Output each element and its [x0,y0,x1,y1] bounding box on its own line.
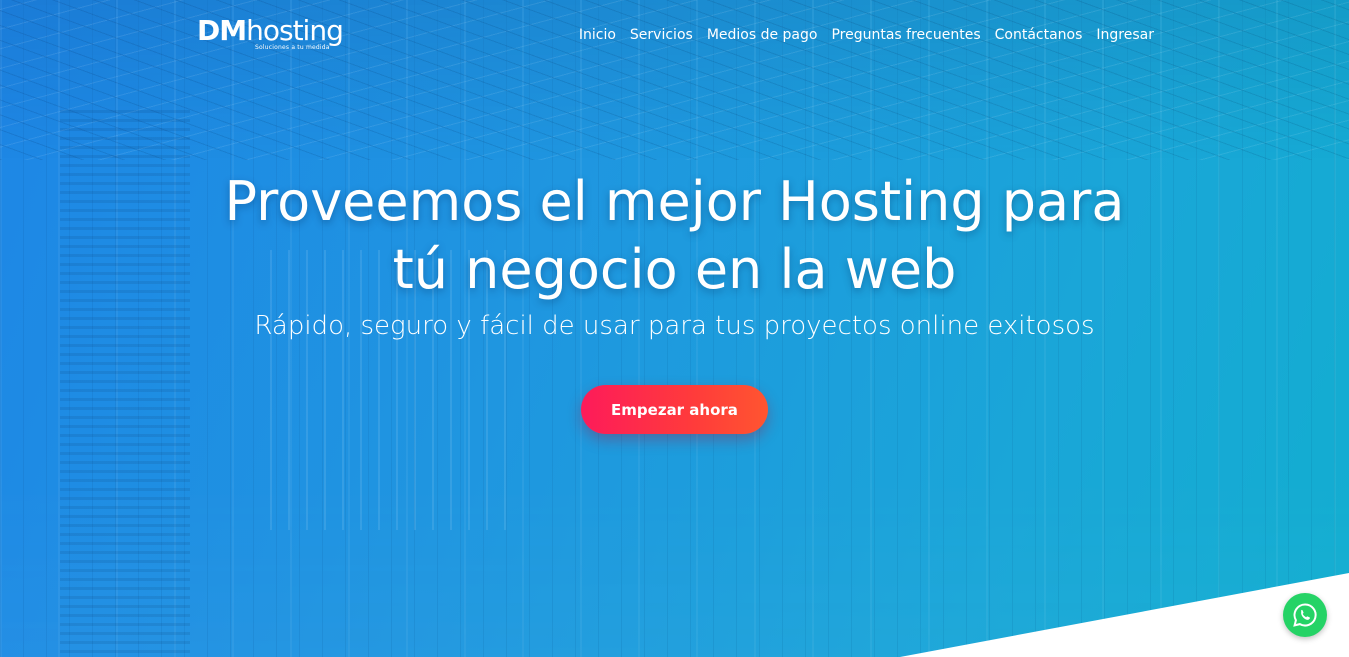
whatsapp-icon [1293,603,1317,627]
nav-inicio[interactable]: Inicio [579,27,616,43]
logo-dm: DM [197,14,247,47]
hero-subtitle: Rápido, seguro y fácil de usar para tus … [254,311,1095,341]
site-header: DMhosting Soluciones a tu medida Inicio … [0,0,1349,72]
hero-title-line-1: Proveemos el mejor Hosting para [224,170,1125,233]
hero-title-line-2: tú negocio en la web [392,238,957,301]
nav-medios-de-pago[interactable]: Medios de pago [707,27,818,43]
logo-wordmark: DMhosting [197,14,344,47]
logo-tagline: Soluciones a tu medida [255,44,330,51]
nav-contactanos[interactable]: Contáctanos [995,27,1083,43]
main-nav: Inicio Servicios Medios de pago Pregunta… [565,27,1154,43]
logo[interactable]: DMhosting Soluciones a tu medida [197,14,344,51]
whatsapp-button[interactable] [1283,593,1327,637]
hero-title: Proveemos el mejor Hosting para tú negoc… [0,168,1349,304]
nav-servicios[interactable]: Servicios [630,27,693,43]
logo-hosting: hosting [246,14,344,47]
nav-preguntas-frecuentes[interactable]: Preguntas frecuentes [831,27,980,43]
nav-ingresar[interactable]: Ingresar [1096,27,1154,43]
hero-section: DMhosting Soluciones a tu medida Inicio … [0,0,1349,657]
start-now-button[interactable]: Empezar ahora [581,385,768,434]
